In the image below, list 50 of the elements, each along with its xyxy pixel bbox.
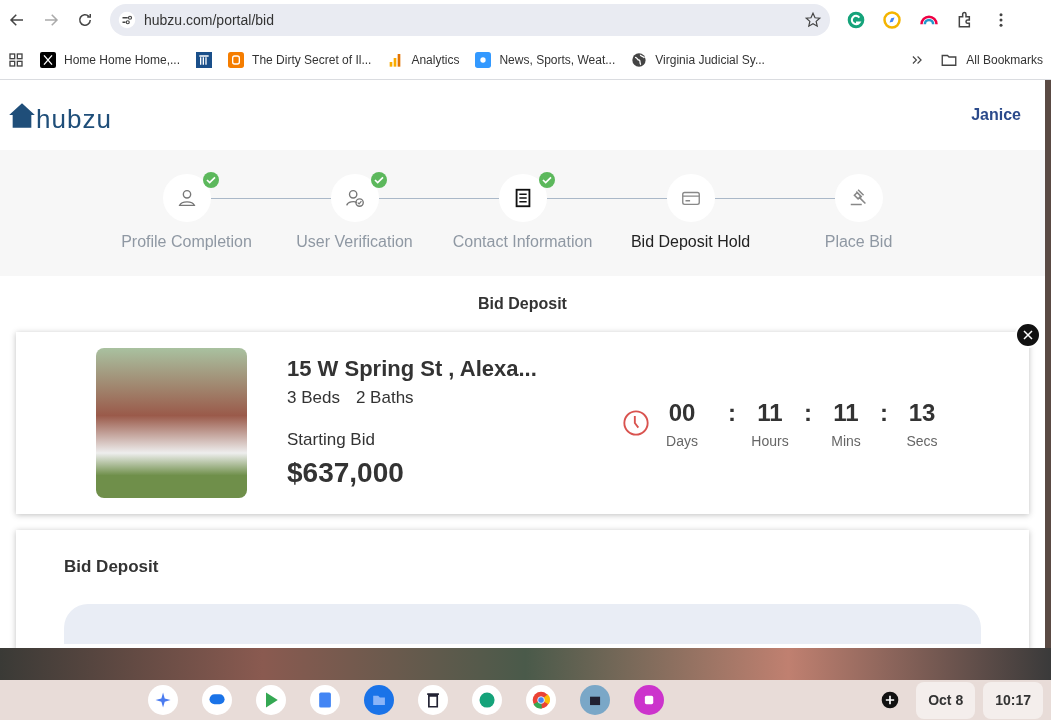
property-address: 15 W Spring St , Alexa... — [287, 355, 538, 383]
bookmark[interactable]: News, Sports, Weat... — [475, 50, 616, 69]
back-icon[interactable] — [8, 11, 26, 29]
assistant-icon[interactable] — [148, 685, 178, 715]
address-bar[interactable]: hubzu.com/portal/bid — [110, 4, 830, 36]
clock-time[interactable]: 10:17 — [983, 681, 1043, 719]
baths-count: 2 Baths — [355, 387, 414, 409]
time-separator: : — [803, 397, 813, 428]
extension-compass-icon[interactable] — [882, 10, 902, 30]
countdown-unit: Hours — [751, 431, 789, 451]
x-logo-icon — [40, 51, 56, 68]
bookmark[interactable]: The Dirty Secret of Il... — [228, 50, 372, 69]
extension-g-icon[interactable] — [846, 10, 866, 30]
time-separator: : — [727, 397, 737, 428]
close-button[interactable] — [1015, 322, 1041, 348]
globe-icon — [631, 51, 648, 68]
logo[interactable]: hubzu — [8, 98, 112, 132]
bid-amount: $637,000 — [287, 456, 405, 490]
clock-icon — [622, 409, 650, 437]
card-title: Bid Deposit — [64, 556, 160, 578]
chat-bubble-icon[interactable] — [202, 685, 232, 715]
countdown-unit: Days — [666, 431, 698, 451]
folder-app-icon[interactable] — [364, 685, 394, 715]
add-circle-icon[interactable] — [880, 690, 901, 710]
trash-icon[interactable] — [418, 685, 448, 715]
countdown-value: 00 — [668, 397, 696, 428]
close-icon — [1022, 329, 1034, 341]
countdown-unit: Mins — [831, 431, 861, 451]
beds-count: 3 Beds — [287, 387, 340, 409]
site-settings-icon — [118, 11, 136, 29]
play-store-icon[interactable] — [256, 685, 286, 715]
section-title: Bid Deposit — [477, 294, 568, 314]
star-icon[interactable] — [804, 11, 822, 29]
countdown-value: 13 — [908, 397, 936, 428]
apps-grid-icon[interactable] — [8, 51, 24, 68]
bookmark[interactable]: Home Home Home,... — [40, 50, 181, 69]
countdown-value: 11 — [757, 397, 783, 428]
bookmark[interactable]: Virginia Judicial Sy... — [631, 50, 765, 69]
bookmark-building-icon[interactable] — [196, 51, 213, 68]
countdown-value: 11 — [833, 397, 859, 428]
step-label[interactable]: Bid Deposit Hold — [630, 230, 751, 254]
reload-icon[interactable] — [76, 11, 94, 29]
bookmark[interactable]: Analytics — [387, 50, 460, 69]
time-separator: : — [879, 397, 889, 428]
countdown-unit: Secs — [906, 431, 938, 451]
user-name[interactable]: Janice — [971, 103, 1021, 127]
person-check-icon — [343, 187, 366, 209]
all-bookmarks[interactable]: All Bookmarks — [940, 50, 1043, 69]
bid-label: Starting Bid — [287, 428, 376, 451]
date[interactable]: Oct 8 — [916, 681, 976, 719]
